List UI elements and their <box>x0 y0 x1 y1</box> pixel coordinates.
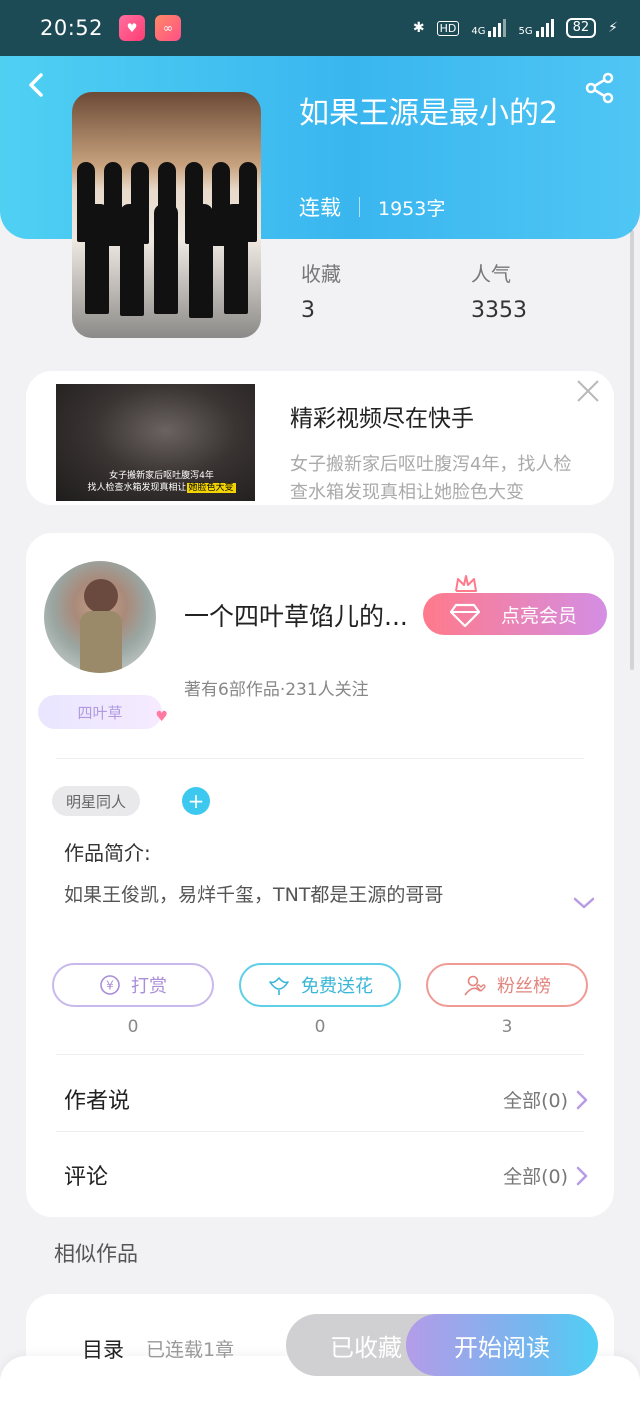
battery-icon: 82 <box>565 18 597 38</box>
network-type-label: 4G <box>471 26 486 37</box>
ad-title[interactable]: 精彩视频尽在快手 <box>290 399 474 433</box>
yen-coin-icon: ¥ <box>100 975 120 995</box>
ad-card[interactable]: 女子搬新家后呕吐腹泻4年 找人检查水箱发现真相让 她脸色大变 精彩视频尽在快手 女… <box>26 371 614 505</box>
favorites-label: 收藏 <box>301 262 341 286</box>
fan-count: 3 <box>501 1017 513 1037</box>
signal-icon: 4G <box>471 19 507 37</box>
popularity-count: 3353 <box>471 298 527 323</box>
table-of-contents-button[interactable]: 目录 <box>82 1334 124 1364</box>
network-type-label: 5G <box>518 26 533 37</box>
author-level-badge: 四叶草 ♥ <box>38 695 168 729</box>
chapter-count: 已连载1章 <box>146 1339 235 1361</box>
favorites-count: 3 <box>301 298 315 323</box>
author-avatar[interactable] <box>44 561 156 673</box>
comments-all[interactable]: 全部(0) <box>503 1162 588 1189</box>
ad-description: 女子搬新家后呕吐腹泻4年，找人检 查水箱发现真相让她脸色大变 <box>290 454 572 503</box>
reward-button[interactable]: ¥ 打赏 <box>52 963 214 1007</box>
add-tag-button[interactable]: + <box>182 787 210 815</box>
ad-thumbnail[interactable]: 女子搬新家后呕吐腹泻4年 找人检查水箱发现真相让 她脸色大变 <box>56 384 255 501</box>
book-meta: 连载 1953字 <box>299 192 445 222</box>
svg-text:¥: ¥ <box>106 979 114 993</box>
serial-status: 连载 <box>299 196 341 220</box>
author-notes-all[interactable]: 全部(0) <box>503 1086 588 1113</box>
author-notes-label: 作者说 <box>64 1089 131 1114</box>
chevron-right-icon <box>576 1090 588 1109</box>
author-name[interactable]: 一个四叶草馅儿的... <box>184 597 424 633</box>
tag-chip[interactable]: 明星同人 <box>52 786 141 816</box>
divider <box>56 1131 584 1132</box>
notification-app-icon: ∞ <box>155 15 182 41</box>
divider <box>56 1054 584 1055</box>
intro-label: 作品简介: <box>64 841 151 865</box>
fan-ranking-button[interactable]: 粉丝榜 <box>426 963 588 1007</box>
hd-icon: HD <box>436 20 460 36</box>
close-icon[interactable] <box>574 377 602 405</box>
bluetooth-icon: ✱ <box>412 20 425 36</box>
book-title: 如果王源是最小的2 <box>299 96 559 131</box>
status-bar: 20:52 ♥ ∞ ✱ HD 4G 5G 82 ⚡ <box>0 0 640 56</box>
heart-icon: ♥ <box>155 709 168 725</box>
ad-thumbnail-caption: 女子搬新家后呕吐腹泻4年 找人检查水箱发现真相让 她脸色大变 <box>87 471 236 493</box>
notification-app-icon: ♥ <box>119 15 146 41</box>
word-count: 1953字 <box>378 197 446 220</box>
flower-icon <box>269 977 289 995</box>
comments-label: 评论 <box>64 1165 109 1190</box>
chevron-right-icon <box>576 1166 588 1185</box>
diamond-icon <box>450 603 480 627</box>
status-indicators: ✱ HD 4G 5G 82 ⚡ <box>413 18 618 38</box>
meta-divider <box>359 197 360 217</box>
intro-text: 如果王俊凯，易烊千玺，TNT都是王源的哥哥 <box>64 884 444 906</box>
book-detail-card: 四叶草 ♥ 一个四叶草馅儿的... 点亮会员 著有6部作品·231人关注 明星同… <box>26 533 614 1217</box>
divider <box>56 758 584 759</box>
similar-works-title: 相似作品 <box>54 1242 138 1266</box>
fans-icon <box>464 975 486 996</box>
flower-count: 0 <box>314 1017 326 1037</box>
book-cover[interactable] <box>72 92 261 338</box>
scrollbar[interactable] <box>630 230 634 670</box>
start-reading-button[interactable]: 开始阅读 <box>406 1314 598 1376</box>
signal-icon: 5G <box>518 19 554 37</box>
charging-icon: ⚡ <box>608 20 618 36</box>
popularity-label: 人气 <box>471 262 511 286</box>
send-flower-button[interactable]: 免费送花 <box>239 963 401 1007</box>
author-info: 著有6部作品·231人关注 <box>184 680 369 700</box>
status-time: 20:52 <box>40 16 104 40</box>
back-button[interactable] <box>24 72 50 98</box>
chevron-down-icon[interactable] <box>572 895 596 911</box>
reward-count: 0 <box>127 1017 139 1037</box>
crown-icon <box>455 575 477 592</box>
